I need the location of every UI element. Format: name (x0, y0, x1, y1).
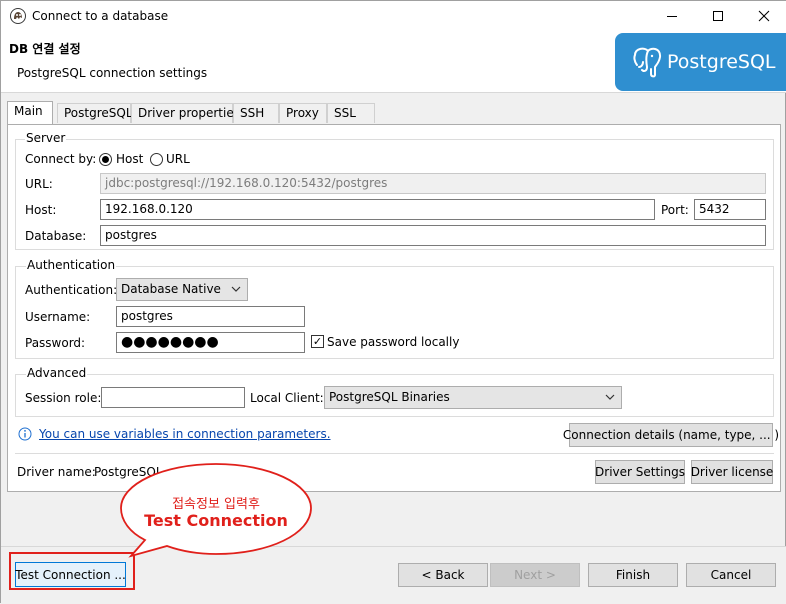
tab-proxy[interactable]: Proxy (279, 103, 327, 123)
host-field[interactable]: 192.168.0.120 (100, 199, 655, 220)
port-label: Port: (661, 203, 689, 217)
next-button[interactable]: Next > (490, 563, 580, 587)
window-title: Connect to a database (32, 9, 169, 23)
session-role-label: Session role: (25, 391, 102, 405)
tab-driver-properties[interactable]: Driver properties (131, 103, 240, 123)
finish-button[interactable]: Finish (588, 563, 678, 587)
local-client-select[interactable]: PostgreSQL Binaries (324, 386, 622, 409)
logo-text: PostgreSQL (667, 51, 776, 73)
save-password-label[interactable]: Save password locally (327, 335, 459, 349)
maximize-icon (713, 11, 723, 21)
url-field: jdbc:postgresql://192.168.0.120:5432/pos… (100, 173, 766, 194)
authentication-label: Authentication: (25, 283, 118, 297)
save-password-checkbox[interactable]: ✓ (311, 335, 324, 348)
driver-license-button[interactable]: Driver license (691, 460, 773, 484)
test-connection-highlight (9, 552, 135, 590)
local-client-select-value: PostgreSQL Binaries (329, 390, 450, 404)
maximize-button[interactable] (695, 1, 741, 31)
authentication-group-label: Authentication (26, 258, 117, 272)
local-client-label: Local Client: (250, 391, 324, 405)
authentication-select-value: Database Native (121, 282, 221, 296)
minimize-icon (667, 16, 677, 17)
port-field[interactable]: 5432 (694, 199, 766, 220)
info-icon (18, 427, 32, 441)
tab-ssh[interactable]: SSH (233, 103, 279, 123)
annotation-line-2: Test Connection (144, 511, 288, 530)
connection-details-button[interactable]: Connection details (name, type, ... ) (563, 423, 779, 447)
driver-settings-button[interactable]: Driver Settings (595, 460, 685, 484)
title-bar: Connect to a database (1, 1, 786, 31)
tab-main[interactable]: Main (7, 101, 53, 124)
advanced-group-label: Advanced (26, 366, 88, 380)
connect-database-window: Connect to a database DB 연결 설정 PostgreSQ… (0, 0, 786, 604)
elephant-icon (633, 47, 662, 78)
main-tab-panel: Server Connect by: Host URL URL: jdbc:po… (7, 124, 781, 492)
password-field[interactable]: ●●●●●●●● (116, 332, 305, 353)
wizard-header: DB 연결 설정 PostgreSQL connection settings … (1, 31, 786, 93)
database-label: Database: (25, 229, 87, 243)
connect-by-label: Connect by: (25, 152, 97, 166)
close-icon (758, 10, 770, 22)
url-label: URL: (25, 177, 53, 191)
back-button[interactable]: < Back (398, 563, 488, 587)
connect-by-host-label[interactable]: Host (116, 152, 143, 166)
annotation-line-1: 접속정보 입력후 (172, 497, 260, 512)
authentication-select[interactable]: Database Native (116, 278, 248, 301)
tab-postgresql[interactable]: PostgreSQL (57, 103, 133, 123)
host-label: Host: (25, 203, 57, 217)
tab-ssl[interactable]: SSL (327, 103, 375, 123)
session-role-field[interactable] (101, 387, 245, 408)
postgresql-logo: PostgreSQL (615, 33, 786, 91)
database-field[interactable]: postgres (100, 225, 766, 246)
connect-by-url-label[interactable]: URL (166, 152, 190, 166)
minimize-button[interactable] (649, 1, 695, 31)
driver-name-label: Driver name: (17, 465, 96, 479)
dbeaver-app-icon (10, 8, 26, 24)
cancel-button[interactable]: Cancel (686, 563, 776, 587)
page-subtitle: PostgreSQL connection settings (17, 66, 208, 80)
chevron-down-icon (605, 394, 615, 400)
close-button[interactable] (741, 1, 786, 31)
connect-by-url-radio[interactable] (150, 153, 163, 166)
username-field[interactable]: postgres (116, 306, 305, 327)
chevron-down-icon (231, 286, 241, 292)
page-title: DB 연결 설정 (9, 42, 81, 56)
connect-by-host-radio[interactable] (99, 153, 112, 166)
username-label: Username: (25, 310, 91, 324)
password-label: Password: (25, 336, 86, 350)
divider (15, 453, 774, 454)
variables-help-link[interactable]: You can use variables in connection para… (39, 427, 331, 441)
